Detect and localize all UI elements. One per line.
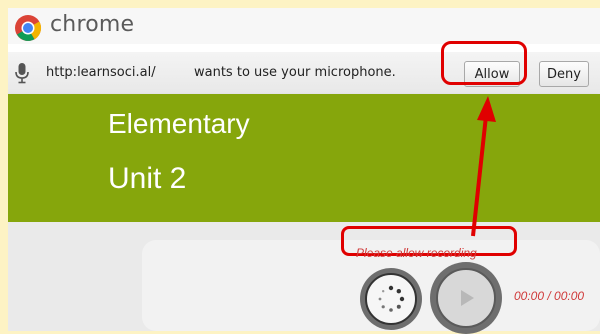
- play-button-face: [436, 268, 496, 328]
- infobar-message: wants to use your microphone.: [194, 65, 396, 80]
- record-button[interactable]: [360, 268, 422, 330]
- chrome-logo-icon: [15, 15, 42, 41]
- record-spinner-icon: [378, 285, 405, 312]
- playback-timer: 00:00 / 00:00: [514, 289, 585, 303]
- course-banner: Elementary Unit 2: [8, 94, 600, 222]
- course-unit: Unit 2: [108, 162, 187, 195]
- course-level: Elementary: [108, 108, 250, 139]
- app-title: chrome: [50, 12, 135, 37]
- play-button[interactable]: [430, 262, 502, 334]
- recording-status: Please allow recording: [356, 246, 477, 260]
- allow-highlight-box: [441, 41, 527, 85]
- title-bar: chrome: [8, 8, 600, 44]
- play-icon: [461, 290, 474, 306]
- microphone-icon: [15, 63, 29, 84]
- deny-button[interactable]: Deny: [539, 61, 589, 87]
- infobar-url: http:learnsoci.al/: [46, 65, 156, 80]
- record-button-face: [365, 273, 417, 325]
